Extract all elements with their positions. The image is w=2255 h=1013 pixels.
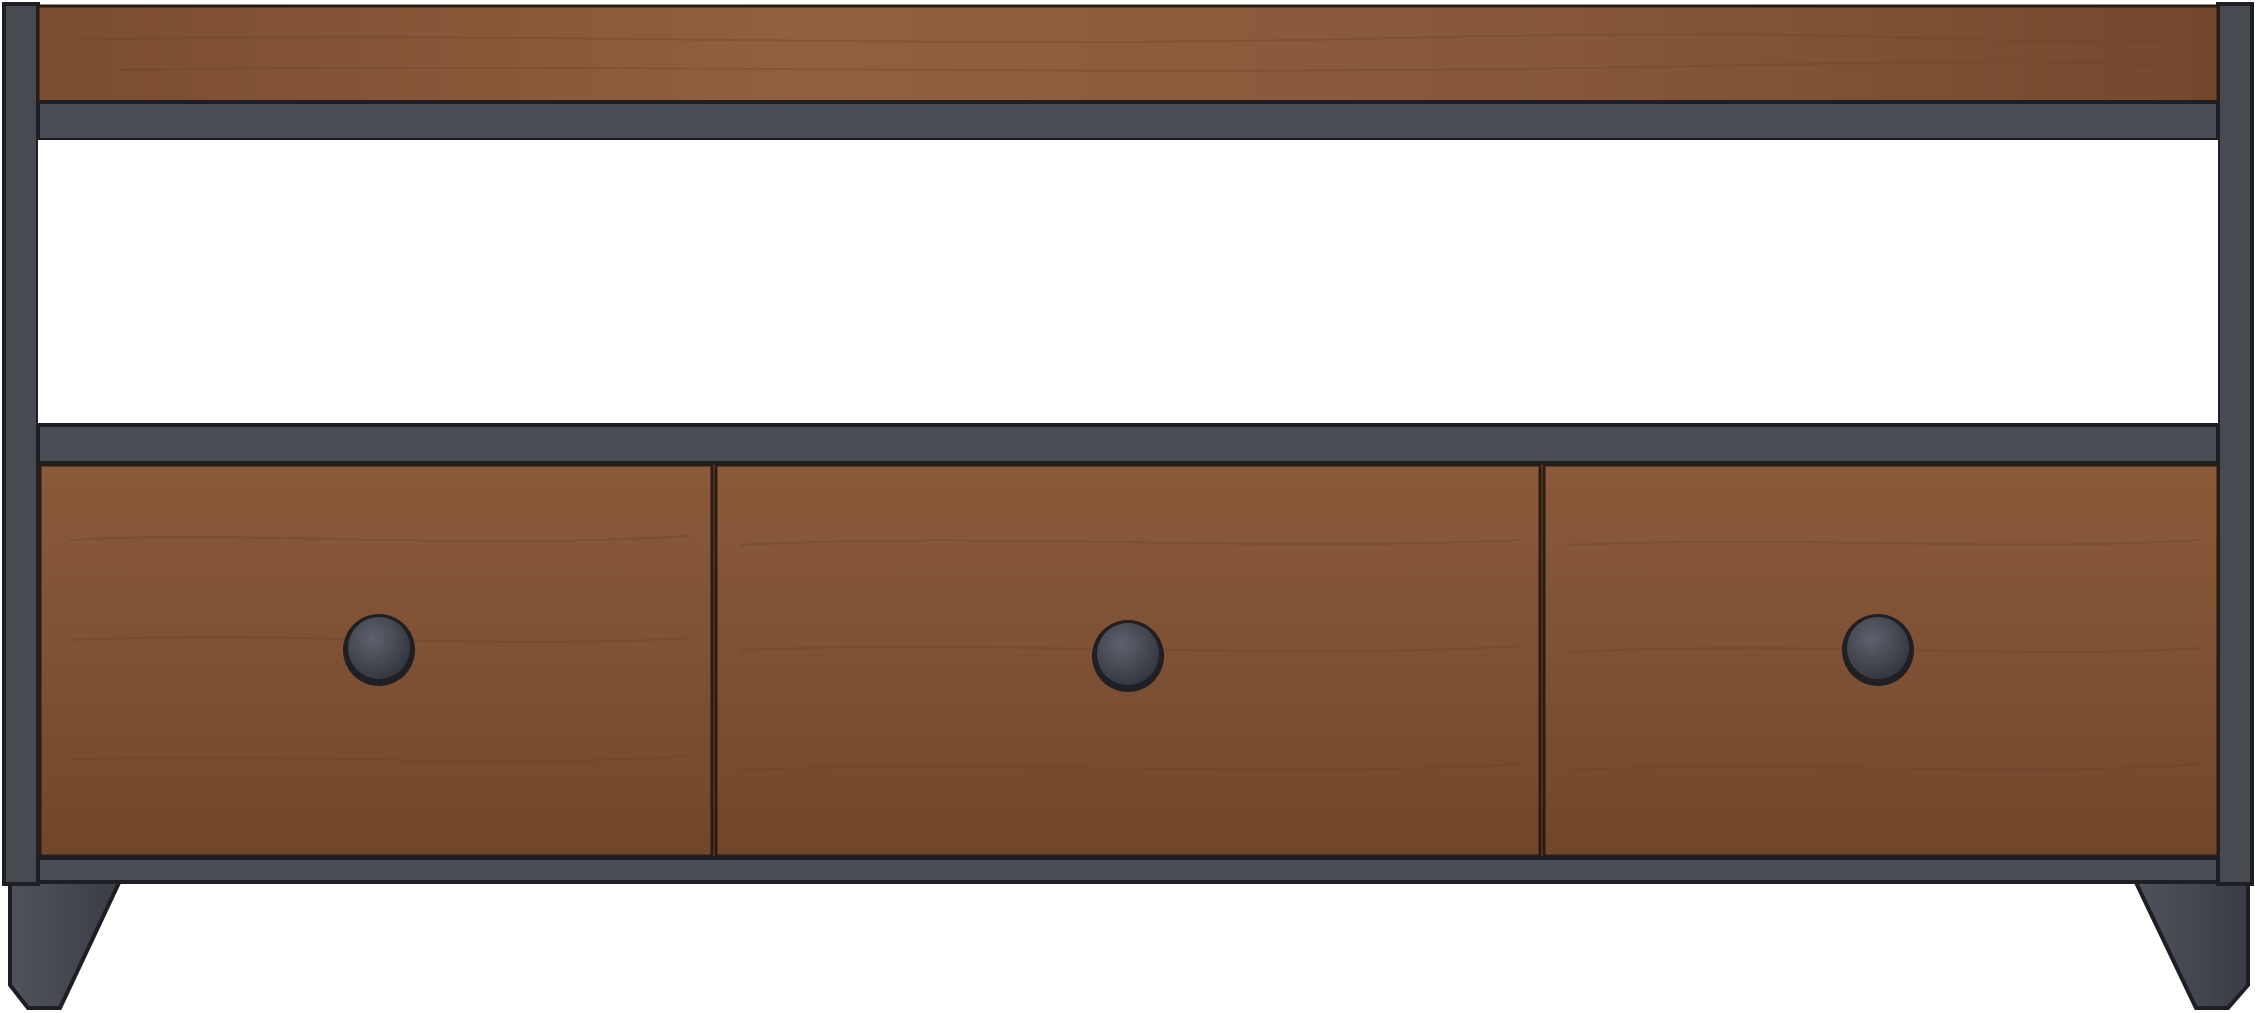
furniture-canvas xyxy=(0,0,2255,1013)
left-post xyxy=(2,2,40,886)
upper-rail xyxy=(36,100,2220,142)
right-post xyxy=(2216,2,2254,886)
open-shelf xyxy=(38,140,2218,425)
right-leg xyxy=(2126,868,2250,1010)
middle-rail xyxy=(36,423,2220,465)
round-knob-icon[interactable] xyxy=(1092,620,1164,692)
tv-stand-illustration xyxy=(2,2,2254,1010)
drawer-left[interactable] xyxy=(38,463,714,858)
top-wood-panel xyxy=(36,4,2220,104)
left-leg xyxy=(8,868,129,1010)
drawer-right[interactable] xyxy=(1542,463,2220,858)
round-knob-icon[interactable] xyxy=(1842,614,1914,686)
bottom-rail xyxy=(36,856,2220,884)
round-knob-icon[interactable] xyxy=(343,614,415,686)
drawer-center[interactable] xyxy=(714,463,1542,858)
